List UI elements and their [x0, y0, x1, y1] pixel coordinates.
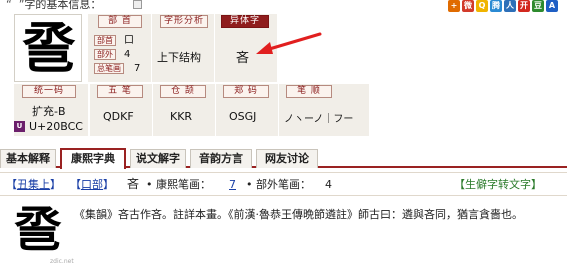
outside-strokes-value: 4 [124, 49, 131, 60]
page-title: “ ”字的基本信息： [6, 0, 101, 12]
wubi-value: QDKF [103, 110, 134, 123]
radical-value: 口 [124, 35, 134, 46]
kangxi-outside-label: • 部外笔画： [246, 178, 311, 191]
variant-header: 异体字 [221, 15, 269, 28]
tab-bar: 基本解释 康熙字典 说文解字 音韵方言 网友讨论 [0, 148, 567, 169]
big-character: 巹 [22, 16, 76, 80]
qzone-icon[interactable]: Q [476, 0, 488, 12]
tqq-icon[interactable]: 腾 [490, 0, 502, 12]
zhengma-value: OSGJ [229, 110, 257, 123]
convert-rare-char-link[interactable]: 【生僻字转文字】 [454, 178, 542, 191]
variant-value[interactable]: 吝 [236, 47, 249, 66]
cangjie-value: KKR [170, 110, 193, 123]
total-strokes-value: 7 [134, 63, 141, 74]
kangxi-stroke-label: • 康熙笔画： [146, 178, 211, 191]
structure-header: 字形分析 [160, 15, 208, 28]
bracket-open: 【 [6, 178, 17, 191]
unicode-codepoint: U+20BCC [29, 120, 83, 133]
outside-strokes-tag: 部外 [94, 49, 116, 60]
zhengma-header: 郑 码 [223, 85, 269, 98]
unicode-header: 统一码 [22, 85, 76, 98]
character-box: 巹 [14, 14, 82, 82]
unicode-icon: U [14, 121, 25, 132]
kangxi-info-row: 【丑集上】 【口部】 吝 • 康熙笔画： 7 • 部外笔画： 4 【生僻字转文字… [0, 172, 567, 196]
kangxi-chou-link[interactable]: 丑集上 [17, 178, 50, 191]
kangxi-big-character: 巹 [13, 202, 62, 258]
tab-phonology[interactable]: 音韵方言 [190, 149, 252, 168]
bracket-close: 】 [103, 178, 114, 191]
bracket-close: 】 [50, 178, 61, 191]
structure-value: 上下结构 [157, 51, 201, 64]
watermark: zdic.net [50, 258, 74, 265]
renren-icon[interactable]: 人 [504, 0, 516, 12]
wubi-header: 五 笔 [97, 85, 143, 98]
stroke-order-value: ノヽーノ｜フー [284, 114, 354, 125]
kangxi-outside-value: 4 [325, 178, 332, 191]
title-quote-open: “ [6, 0, 12, 11]
stroke-order-header: 笔 顺 [286, 85, 332, 98]
weibo-icon[interactable]: 微 [462, 0, 474, 12]
tab-shuowen[interactable]: 说文解字 [130, 149, 186, 168]
bracket-open: 【 [70, 178, 81, 191]
kangxi-radical-link[interactable]: 口部 [81, 178, 103, 191]
kangxi-stroke-value[interactable]: 7 [229, 178, 236, 191]
tab-kangxi[interactable]: 康熙字典 [60, 148, 126, 169]
kangxi-radical-bracket: 【口部】 [70, 178, 114, 191]
title-suffix: 字的基本信息： [24, 0, 102, 11]
kaixin-icon[interactable]: 开 [518, 0, 530, 12]
radical-header: 部 首 [98, 15, 142, 28]
douban-icon[interactable]: 豆 [532, 0, 544, 12]
title-row: “ ”字的基本信息： + 微 Q 腾人开豆 A [0, 0, 567, 12]
kangxi-definition: 《集韻》吝古作吝。註詳本畫。《前漢·魯恭王傳晩節遴註》師古曰：遴與吝同，猶言貪嗇… [74, 208, 523, 221]
tab-basic[interactable]: 基本解释 [0, 149, 56, 168]
baidu-icon[interactable]: A [546, 0, 558, 12]
pointer-arrow [256, 32, 322, 54]
print-icon[interactable] [133, 0, 142, 9]
unicode-extension: 扩充-B [32, 105, 66, 118]
kangxi-char: 吝 [127, 177, 140, 191]
share-icon[interactable]: + [448, 0, 460, 12]
cangjie-header: 仓 颉 [160, 85, 206, 98]
radical-tag: 部首 [94, 35, 116, 46]
tab-discussion[interactable]: 网友讨论 [256, 149, 318, 168]
kangxi-chou-bracket: 【丑集上】 [6, 178, 61, 191]
total-strokes-tag: 总笔画 [94, 63, 124, 74]
